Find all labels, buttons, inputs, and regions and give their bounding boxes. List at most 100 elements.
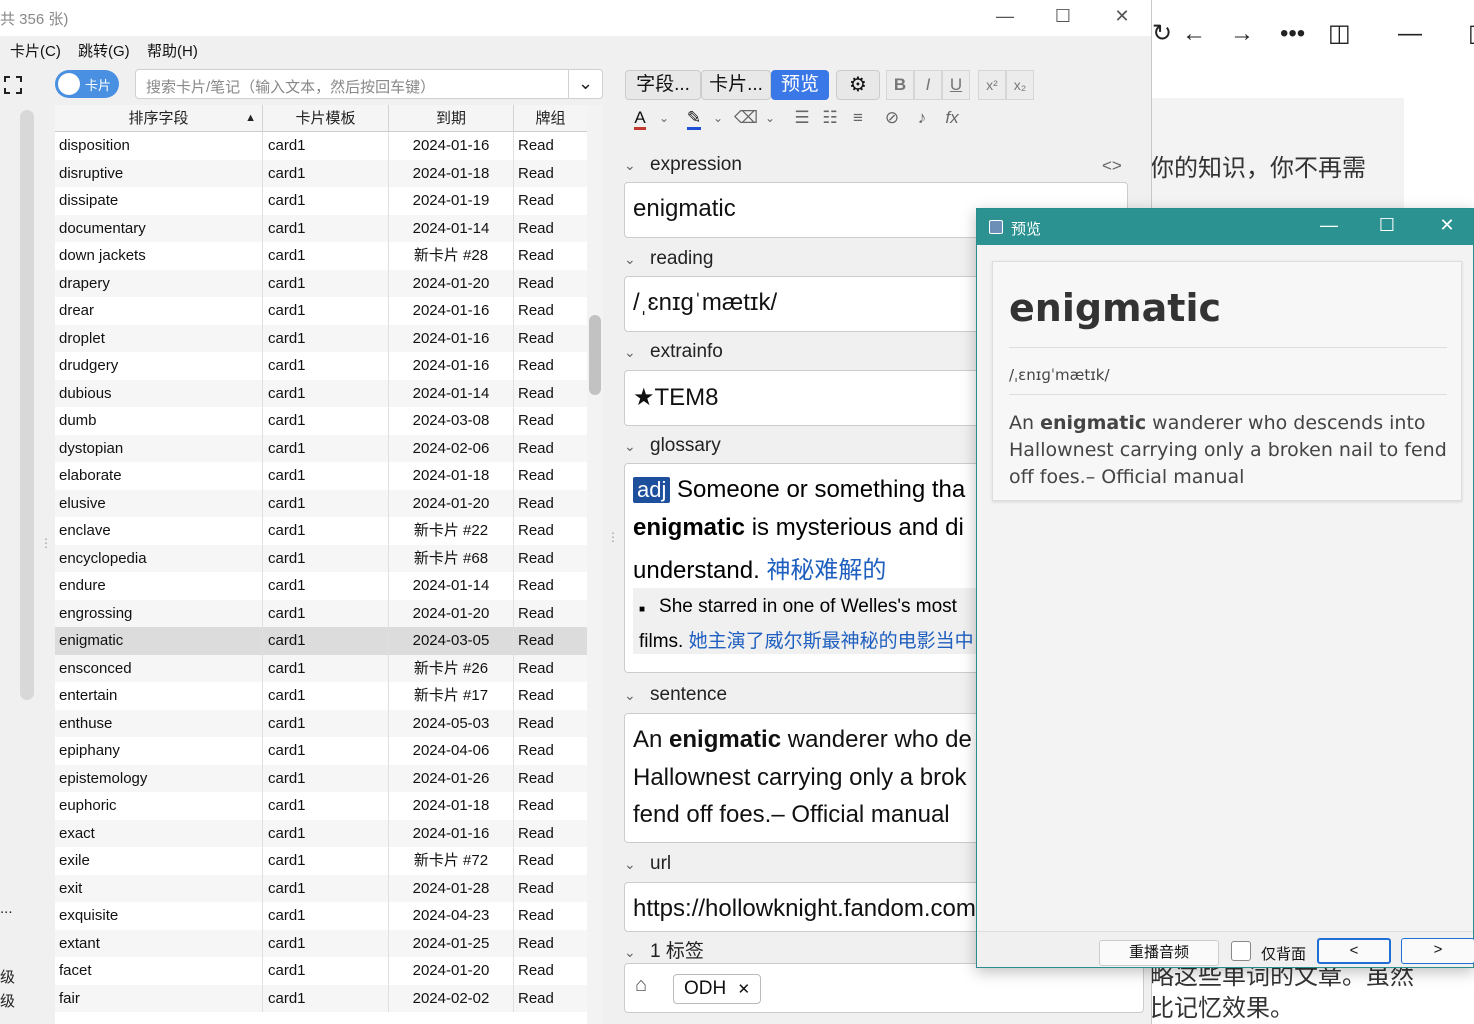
table-row[interactable]: encyclopedia card1 新卡片 #68 Read [55, 544, 587, 572]
table-row[interactable]: exquisite card1 2024-04-23 Read [55, 902, 587, 930]
microphone-icon[interactable]: ♪ [908, 104, 936, 134]
column-header-sort-field[interactable]: 排序字段 ▲ [55, 105, 263, 132]
chevron-down-icon[interactable]: ⌄ [624, 344, 650, 361]
table-row[interactable]: dubious card1 2024-01-14 Read [55, 379, 587, 407]
table-row[interactable]: extant card1 2024-01-25 Read [55, 929, 587, 957]
sidebar-toggle-icon[interactable]: ◫ [1328, 20, 1351, 48]
table-row[interactable]: drapery card1 2024-01-20 Read [55, 269, 587, 297]
align-icon[interactable]: ≡ [844, 104, 872, 134]
table-row[interactable]: exact card1 2024-01-16 Read [55, 819, 587, 847]
back-arrow-icon[interactable]: ← [1182, 20, 1206, 48]
chevron-down-icon[interactable]: ⌄ [760, 104, 780, 134]
table-row[interactable]: down jackets card1 新卡片 #28 Read [55, 242, 587, 270]
field-label-expression[interactable]: ⌄ expression [624, 154, 742, 176]
italic-button[interactable]: I [914, 70, 942, 100]
table-row[interactable]: epiphany card1 2024-04-06 Read [55, 737, 587, 765]
table-row[interactable]: euphoric card1 2024-01-18 Read [55, 792, 587, 820]
minimize-button[interactable]: — [1309, 215, 1349, 236]
bold-button[interactable]: B [886, 70, 914, 100]
minimize-icon[interactable]: — [1398, 20, 1422, 48]
forward-arrow-icon[interactable]: → [1230, 20, 1254, 48]
preview-button[interactable]: 预览 [771, 70, 829, 100]
table-row[interactable]: endure card1 2024-01-14 Read [55, 572, 587, 600]
tags-label[interactable]: ⌄ 1 标签 [624, 936, 704, 963]
gear-icon[interactable]: ⚙ [836, 70, 880, 100]
replay-audio-button[interactable]: 重播音频 [1099, 940, 1219, 966]
maximize-button[interactable]: ☐ [1367, 215, 1407, 236]
table-row[interactable]: exile card1 新卡片 #72 Read [55, 847, 587, 875]
chevron-down-icon[interactable]: ⌄ [624, 944, 650, 961]
table-row[interactable]: drear card1 2024-01-16 Read [55, 297, 587, 325]
text-color-icon[interactable]: A [626, 104, 654, 134]
maximize-icon[interactable]: ▯ [1468, 20, 1474, 48]
table-row[interactable]: documentary card1 2024-01-14 Read [55, 214, 587, 242]
cards-button[interactable]: 卡片... [701, 70, 771, 100]
chevron-down-icon[interactable]: ⌄ [654, 104, 674, 134]
sidebar-scrollbar[interactable] [20, 110, 34, 700]
chevron-down-icon[interactable]: ⌄ [568, 70, 602, 98]
tag-editor[interactable]: ⌂ ODH ✕ [624, 963, 1144, 1013]
chevron-down-icon[interactable]: ⌄ [624, 157, 650, 174]
table-row[interactable]: facet card1 2024-01-20 Read [55, 957, 587, 985]
minimize-button[interactable]: — [985, 6, 1025, 27]
field-label-url[interactable]: ⌄ url [624, 853, 671, 875]
close-button[interactable]: ✕ [1427, 215, 1467, 236]
table-row[interactable]: entertain card1 新卡片 #17 Read [55, 682, 587, 710]
column-header-deck[interactable]: 牌组 [514, 105, 587, 132]
chevron-down-icon[interactable]: ⌄ [708, 104, 728, 134]
cards-notes-toggle[interactable]: 卡片 [55, 70, 119, 98]
attachment-icon[interactable]: ⊘ [878, 104, 906, 134]
table-row[interactable]: ensconced card1 新卡片 #26 Read [55, 654, 587, 682]
eraser-icon[interactable]: ⌫ [732, 104, 760, 134]
subscript-button[interactable]: x₂ [1006, 70, 1034, 100]
html-editor-toggle-icon[interactable]: <> [1102, 156, 1122, 176]
table-row[interactable]: droplet card1 2024-01-16 Read [55, 324, 587, 352]
table-scrollbar[interactable] [587, 105, 603, 1024]
chevron-down-icon[interactable]: ⌄ [624, 856, 650, 873]
table-row[interactable]: dumb card1 2024-03-08 Read [55, 407, 587, 435]
table-row[interactable]: dissipate card1 2024-01-19 Read [55, 187, 587, 215]
field-label-glossary[interactable]: ⌄ glossary [624, 435, 721, 457]
table-row[interactable]: enigmatic card1 2024-03-05 Read [55, 627, 587, 655]
next-card-button[interactable]: > [1401, 938, 1474, 964]
chevron-down-icon[interactable]: ⌄ [624, 687, 650, 704]
menu-card[interactable]: 卡片(C) [10, 40, 61, 61]
table-row[interactable]: fair card1 2024-02-02 Read [55, 984, 587, 1012]
close-icon[interactable]: ✕ [738, 981, 751, 998]
table-row[interactable]: drudgery card1 2024-01-16 Read [55, 352, 587, 380]
selection-mode-icon[interactable] [4, 76, 22, 94]
maximize-button[interactable]: ☐ [1043, 6, 1083, 27]
table-row[interactable]: elusive card1 2024-01-20 Read [55, 489, 587, 517]
table-row[interactable]: enthuse card1 2024-05-03 Read [55, 709, 587, 737]
refresh-icon[interactable]: ↻ [1152, 20, 1172, 48]
back-only-checkbox[interactable] [1231, 941, 1251, 961]
highlight-color-icon[interactable]: ✎ [680, 104, 708, 134]
table-row[interactable]: disruptive card1 2024-01-18 Read [55, 159, 587, 187]
table-row[interactable]: elaborate card1 2024-01-18 Read [55, 462, 587, 490]
numbered-list-icon[interactable]: ☷ [816, 104, 844, 134]
previous-card-button[interactable]: < [1317, 938, 1391, 964]
search-input[interactable]: 搜索卡片/笔记（输入文本，然后按回车键） ⌄ [135, 69, 603, 99]
underline-button[interactable]: U [942, 70, 970, 100]
column-header-due[interactable]: 到期 [389, 105, 514, 132]
table-row[interactable]: exit card1 2024-01-28 Read [55, 874, 587, 902]
chevron-down-icon[interactable]: ⌄ [624, 251, 650, 268]
table-row[interactable]: disposition card1 2024-01-16 Read [55, 132, 587, 160]
chevron-down-icon[interactable]: ⌄ [624, 438, 650, 455]
field-label-extrainfo[interactable]: ⌄ extrainfo [624, 341, 723, 363]
scrollbar-thumb[interactable] [589, 315, 601, 395]
close-button[interactable]: ✕ [1102, 6, 1142, 27]
table-row[interactable]: epistemology card1 2024-01-26 Read [55, 764, 587, 792]
table-row[interactable]: dystopian card1 2024-02-06 Read [55, 434, 587, 462]
bullet-list-icon[interactable]: ☰ [788, 104, 816, 134]
fields-button[interactable]: 字段... [625, 70, 701, 100]
menu-goto[interactable]: 跳转(G) [78, 40, 130, 61]
column-header-card-template[interactable]: 卡片模板 [263, 105, 389, 132]
table-row[interactable]: engrossing card1 2024-01-20 Read [55, 599, 587, 627]
more-icon[interactable]: ••• [1280, 20, 1305, 48]
formula-icon[interactable]: fx [938, 104, 966, 134]
table-row[interactable]: enclave card1 新卡片 #22 Read [55, 517, 587, 545]
tag-chip[interactable]: ODH ✕ [673, 974, 762, 1004]
field-label-sentence[interactable]: ⌄ sentence [624, 684, 727, 706]
field-label-reading[interactable]: ⌄ reading [624, 248, 713, 270]
